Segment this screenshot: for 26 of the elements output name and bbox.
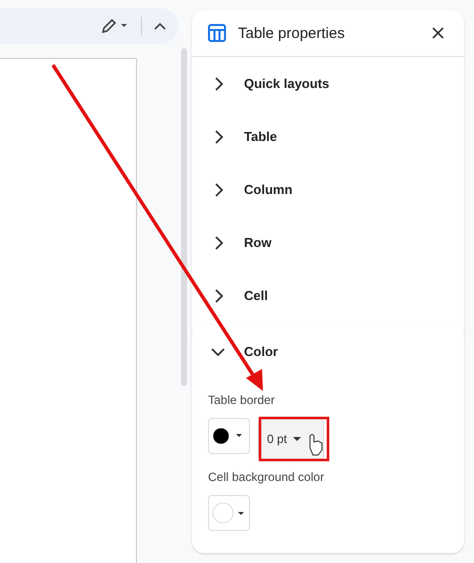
pencil-icon [101, 18, 129, 34]
caret-icon [293, 437, 302, 441]
table-icon [208, 24, 226, 42]
color-swatch-icon [212, 502, 246, 524]
section-header[interactable]: Color [192, 325, 464, 378]
chevron-right-icon [214, 128, 224, 144]
field-label: Table border [208, 393, 275, 407]
chevron-up-icon [154, 22, 166, 30]
section-header[interactable]: Table [192, 110, 464, 163]
chevron-right-icon [214, 234, 224, 250]
section-header[interactable]: Column [192, 163, 464, 216]
close-icon [432, 27, 444, 39]
field-label: Cell background color [208, 470, 324, 484]
section-header[interactable]: Quick layouts [192, 57, 464, 110]
section-header[interactable]: Cell [192, 269, 464, 322]
scrollbar[interactable] [181, 48, 187, 386]
chevron-down-icon [210, 346, 226, 356]
border-color-picker[interactable] [208, 418, 250, 454]
panel-title: Table properties [238, 24, 346, 42]
highlight-box [258, 416, 330, 462]
chevron-right-icon [214, 76, 224, 92]
chevron-right-icon [214, 182, 224, 198]
hand-cursor-icon [310, 434, 322, 456]
chevron-right-icon [214, 288, 224, 304]
section-header[interactable]: Row [192, 216, 464, 269]
background-color-picker[interactable] [208, 495, 250, 531]
